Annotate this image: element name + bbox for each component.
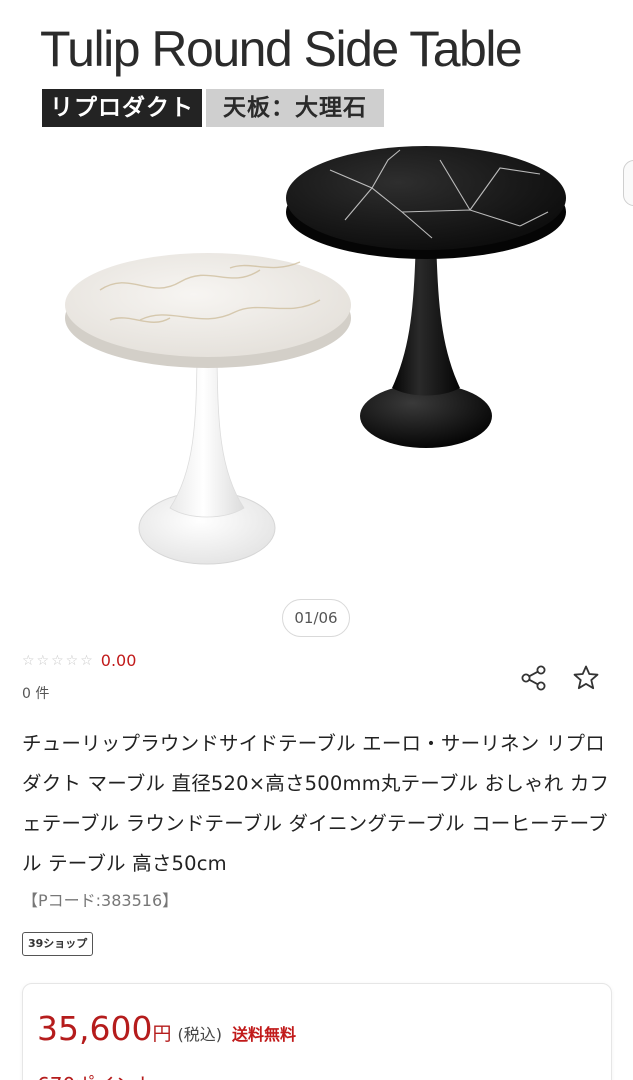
product-title: チューリップラウンドサイドテーブル エーロ・サーリネン リプロダクト マーブル … [22,732,610,875]
product-code: 【Pコード:383516】 [22,891,179,910]
reproduct-badge: リプロダクト [42,89,202,127]
favorite-button[interactable] [570,662,602,694]
image-counter: 01/06 [282,599,350,637]
price-card: 35,600 円 (税込) 送料無料 670ポイント [22,983,612,1080]
share-icon [521,665,546,691]
hero-title: Tulip Round Side Table [40,21,523,77]
rating-summary[interactable]: ☆☆☆☆☆ 0.00 [22,651,136,670]
price-row: 35,600 円 (税込) 送料無料 [37,1009,296,1048]
rating-stars: ☆☆☆☆☆ [22,652,95,669]
price-currency: 円 [152,1023,172,1045]
free-shipping-label: 送料無料 [231,1025,296,1044]
star-outline-icon [573,665,599,690]
product-image-carousel[interactable]: Tulip Round Side Table リプロダクト 天板：大理石 [0,0,633,596]
marble-top-badge: 天板：大理石 [206,89,384,127]
next-image-arrow[interactable] [623,160,633,206]
shop-39-tag: 39ショップ [22,932,94,956]
rating-value: 0.00 [100,651,137,670]
price-amount: 35,600 [37,1009,153,1048]
review-count[interactable]: 0 件 [22,683,49,703]
points-earned: 670ポイント [37,1069,155,1080]
share-button[interactable] [518,662,550,694]
tax-note: (税込) [177,1025,222,1044]
